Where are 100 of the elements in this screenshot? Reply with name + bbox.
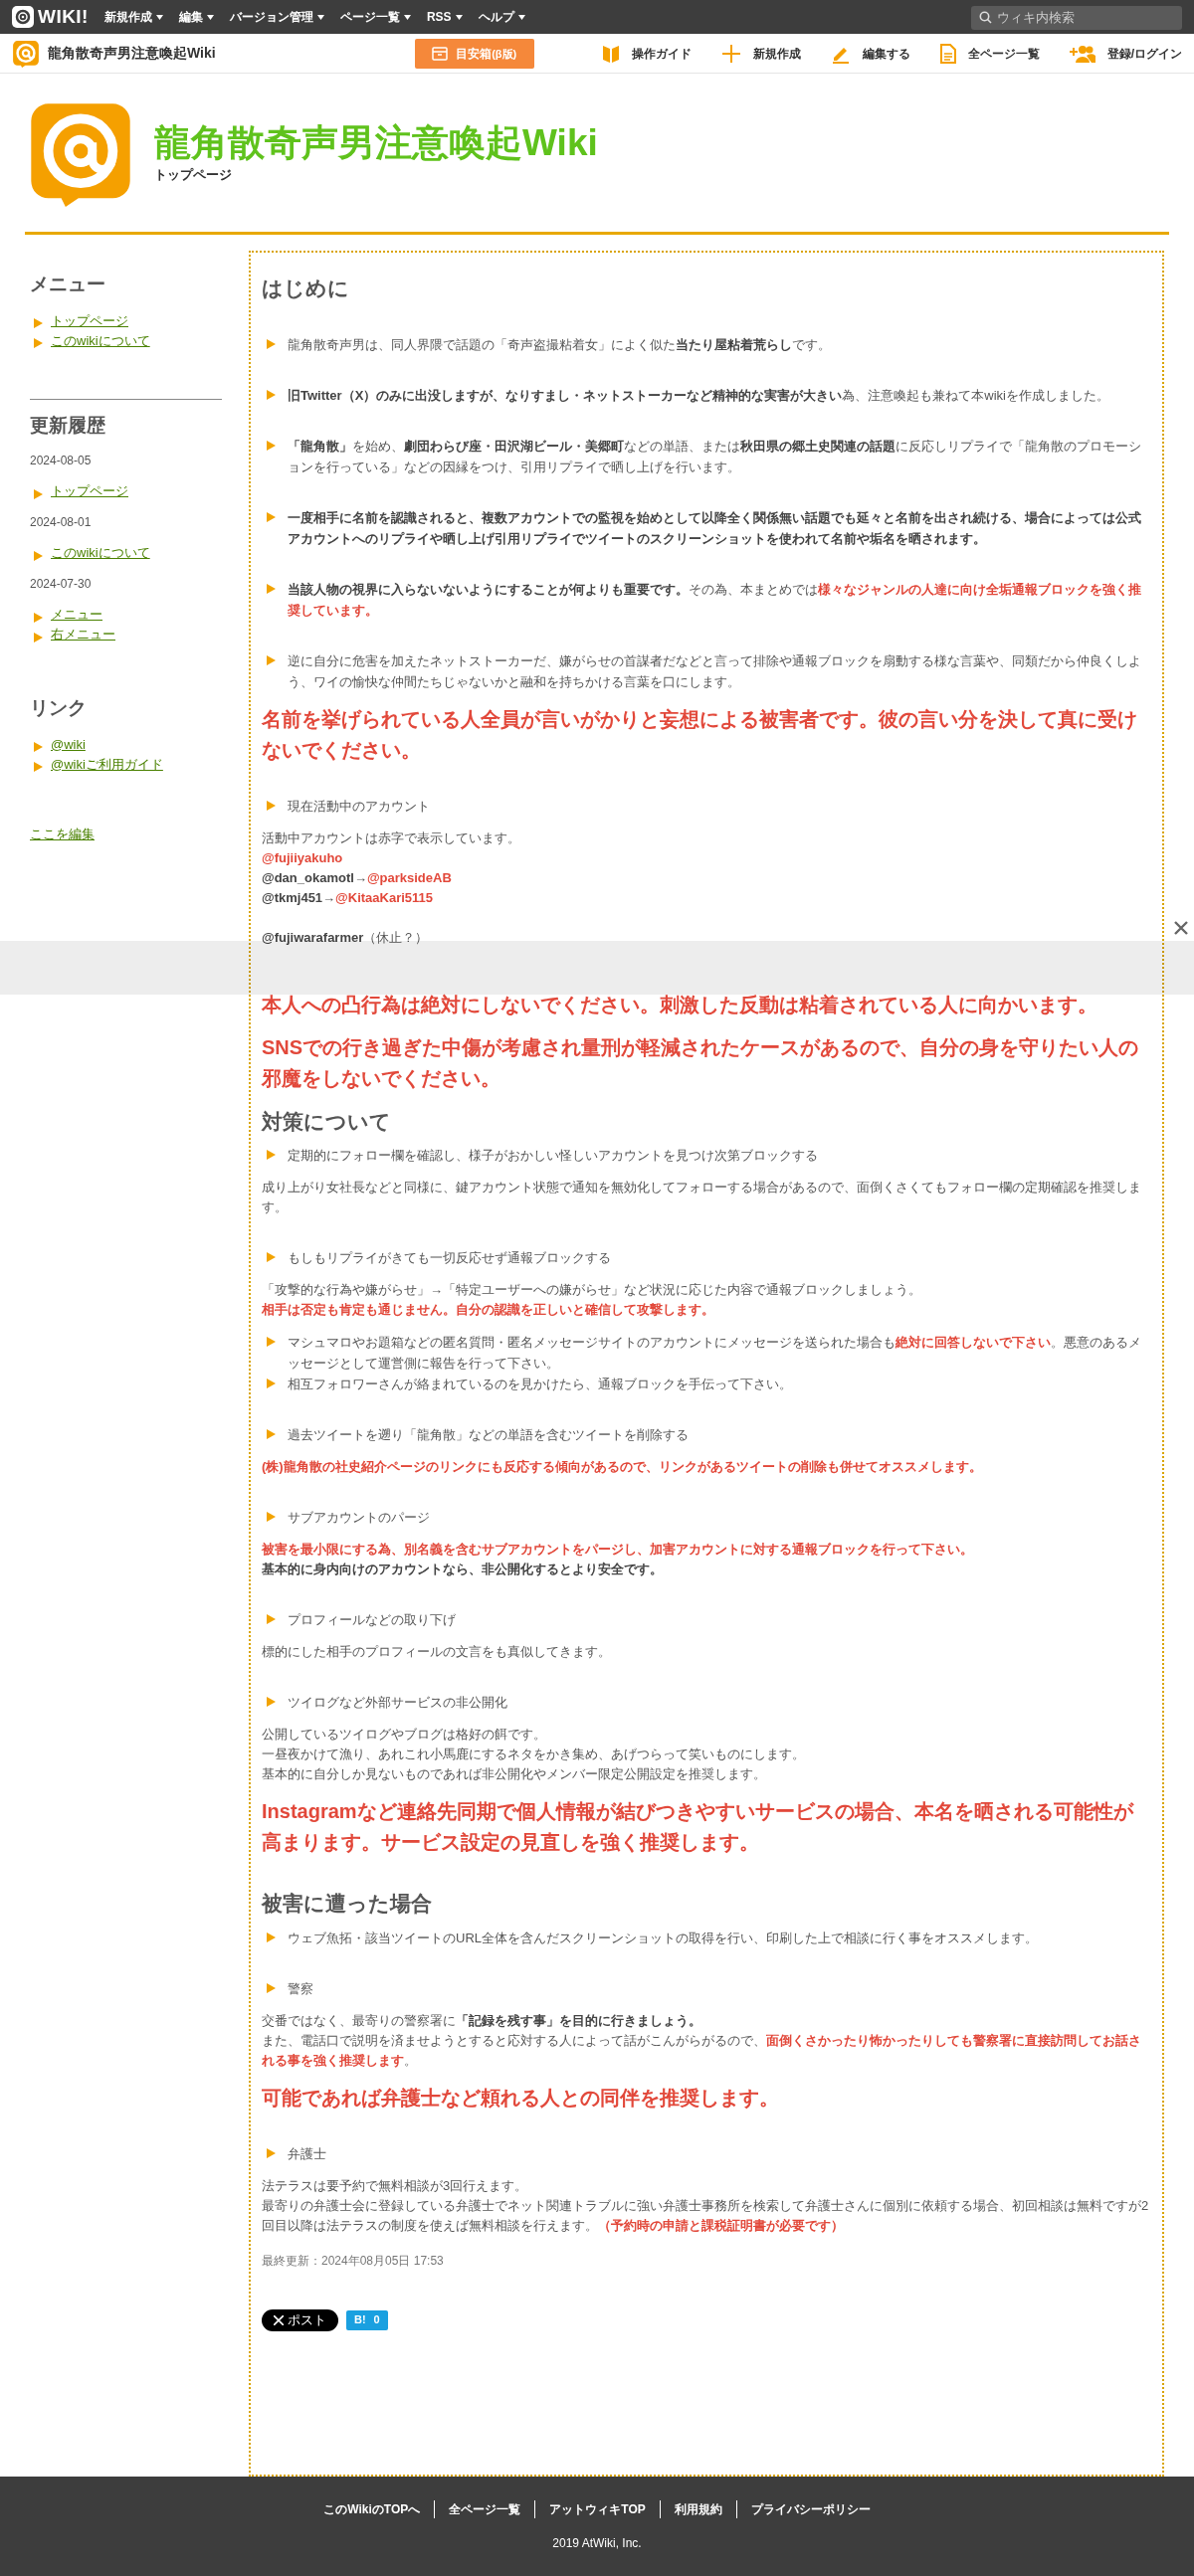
- bullet-text: サブアカウントのパージ: [288, 1509, 430, 1527]
- toolbar-link[interactable]: 操作ガイド: [601, 43, 692, 64]
- menu-item[interactable]: 新規作成: [103, 8, 163, 26]
- warning-text: SNSでの行き過ぎた中傷が考慮され量刑が軽減されたケースがあるので、自分の身を守りたい人の邪魔をしないでください。: [262, 1034, 1140, 1091]
- footer-link[interactable]: 利用規約: [659, 2500, 736, 2518]
- book-icon: [601, 43, 620, 64]
- bullet-text: 定期的にフォロー欄を確認し、様子がおかしい怪しいアカウントを見つけ次第ブロックする: [288, 1147, 818, 1165]
- at-logo-icon: [12, 39, 40, 68]
- menu-item[interactable]: RSS: [426, 8, 463, 26]
- sidebar-link[interactable]: トップページ: [51, 310, 128, 331]
- paragraph: 交番ではなく、最寄りの警察署に「記録を残す事」を目的に行きましょう。 また、電話口で説明を済ませようとすると応対する人によって話がこんがらがるので、面倒くさかったり怖かったりしても警察署に直接訪問してお話される事を強く推奨します。: [262, 2011, 1142, 2070]
- bullet-triangle-icon: [267, 1150, 276, 1160]
- warning-text: 名前を挙げられている人全員が言いがかりと妄想による被害者です。彼の言い分を決して真に受けないでください。: [262, 706, 1138, 763]
- update-date: 2024-08-01: [30, 514, 93, 531]
- footer-link[interactable]: 全ページ一覧: [434, 2500, 535, 2518]
- bullet-triangle-icon: [34, 488, 43, 499]
- bullet-triangle-icon: [267, 1932, 276, 1942]
- menu-item[interactable]: ヘルプ: [478, 8, 525, 26]
- bullet-text: ツイログなど外部サービスの非公開化: [288, 1694, 507, 1712]
- post-button[interactable]: ポスト: [262, 2308, 338, 2331]
- paragraph: (株)龍角散の社史紹介ページのリンクにも反応する傾向があるので、リンクがあるツイートの削除も併せてオススメします。: [262, 1458, 983, 1476]
- footer-link[interactable]: このWikiのTOPへ: [309, 2500, 435, 2518]
- bullet-text: 旧Twitter（X）のみに出没しますが、なりすまし・ネットストーカーなど精神的な実害が大きい為、注意喚起も兼ねて本wikiを作成しました。: [288, 386, 1109, 405]
- bullet-text: プロフィールなどの取り下げ: [288, 1611, 456, 1629]
- sidebar-link[interactable]: 右メニュー: [51, 625, 115, 644]
- section-heading: 被害に遭った場合: [262, 1891, 433, 1917]
- paragraph: 法テラスは要予約で無料相談が3回行えます。 最寄りの弁護士会に登録している弁護士でネット関連トラブルに強い弁護士事務所を検索して弁護士さんに個別に依頼する場合、初回相談は無料ですが2回目以降は法テラスの制度を使えば無料相談を行えます。（予約時の申請と課税証明書が必要です）: [262, 2176, 1150, 2235]
- plus-icon: [720, 43, 741, 64]
- x-logo-icon: [274, 2314, 284, 2325]
- footer-link[interactable]: アットウィキTOP: [534, 2500, 660, 2518]
- sidebar-heading: メニュー: [30, 273, 106, 296]
- footer-link[interactable]: プライバシーポリシー: [735, 2500, 885, 2518]
- last-updated: 最終更新：2024年08月05日 17:53: [262, 2252, 445, 2270]
- section-heading: 対策について: [262, 1108, 392, 1135]
- bullet-triangle-icon: [267, 1252, 276, 1262]
- bullet-text: 現在活動中のアカウント: [288, 797, 430, 816]
- bullet-text: 龍角散奇声男は、同人界隈で話題の「奇声盗撮粘着女」によく似た当たり屋粘着荒らし です。: [288, 335, 831, 354]
- update-date: 2024-08-05: [30, 453, 93, 469]
- edit-link[interactable]: ここを編集: [30, 824, 222, 843]
- at-sign-icon: [12, 6, 34, 28]
- sidebar-link[interactable]: このwikiについて: [51, 543, 150, 563]
- caret-icon: [155, 14, 163, 20]
- paragraph: 成り上がり女社長などと同様に、鍵アカウント状態で通知を無効化してフォローする場合があるので、面倒くさくてもフォロー欄の定期確認を推奨します。: [262, 1179, 1142, 1216]
- menu-item[interactable]: ページ一覧: [339, 8, 411, 26]
- bullet-triangle-icon: [34, 632, 43, 643]
- box-icon: [432, 46, 449, 61]
- toolbar-link[interactable]: 編集する: [830, 43, 910, 64]
- bullet-text: 当該人物の視界に入らないないようにすることが何よりも重要です。その為、本まとめでは様々なジャンルの人達に向け全垢通報ブロックを強く推奨しています。: [288, 580, 1142, 620]
- bookmark-logo: B!: [354, 2312, 366, 2328]
- bullet-text: 相互フォロワーさんが絡まれているのを見かけたら、通報ブロックを手伝って下さい。: [288, 1376, 792, 1393]
- sidebar-link[interactable]: @wiki: [51, 734, 86, 755]
- wiki-logo-text: WIKI!: [38, 4, 89, 29]
- sidebar-link[interactable]: メニュー: [51, 605, 102, 625]
- section-heading: はじめに: [262, 276, 350, 301]
- warning-text: Instagramなど連絡先同期で個人情報が結びつきやすいサービスの場合、本名を晒される可能性が高まります。サービス設定の見直しを強く推奨します。: [262, 1799, 1135, 1855]
- toolbar-link[interactable]: 登録/ログイン: [1069, 44, 1182, 63]
- bullet-text: 「龍角散」を始め、劇団わらび座・田沢湖ビール・美郷町などの単語、または秋田県の郷土史関連の話題に反応しリプライで「龍角散のプロモーションを行っている」などの因縁をつけ、引用リプライで晒し上げを行います。: [288, 437, 1142, 476]
- bullet-triangle-icon: [267, 583, 276, 594]
- bullet-triangle-icon: [267, 1982, 276, 1993]
- sidebar-link[interactable]: トップページ: [51, 481, 128, 501]
- menu-item[interactable]: 編集: [178, 8, 214, 26]
- caret-icon: [455, 14, 463, 20]
- bullet-triangle-icon: [267, 1429, 276, 1439]
- bullet-triangle-icon: [267, 338, 276, 349]
- caret-icon: [403, 14, 411, 20]
- bullet-triangle-icon: [267, 440, 276, 451]
- bullet-text: ウェブ魚拓・該当ツイートのURL全体を含んだスクリーンショットの取得を行い、印刷した上で相談に行く事をオススメします。: [288, 1929, 1038, 1947]
- paragraph: 標的にした相手のプロフィールの文言をも真似してきます。: [262, 1643, 612, 1661]
- warning-text: 可能であれば弁護士など頼れる人との同伴を推奨します。: [262, 2085, 780, 2111]
- sidebar-link[interactable]: @wikiご利用ガイド: [51, 754, 163, 775]
- search-field[interactable]: ウィキ内検索: [971, 5, 1182, 30]
- caret-icon: [517, 14, 525, 20]
- toolbar-link[interactable]: 全ページ一覧: [939, 43, 1040, 64]
- bullet-triangle-icon: [267, 389, 276, 400]
- bullet-triangle-icon: [267, 2147, 276, 2158]
- close-icon: [1174, 921, 1188, 935]
- bullet-triangle-icon: [267, 1614, 276, 1624]
- bullet-triangle-icon: [267, 800, 276, 811]
- page-subtitle: トップページ: [154, 165, 233, 184]
- bullet-triangle-icon: [34, 550, 43, 561]
- paragraph: 公開しているツイログやブログは格好の餌です。 一昼夜かけて漁り、あれこれ小馬鹿にするネタをかき集め、あげつらって笑いものにします。 基本的に自分しか見ないものであれば非公開化やメンバー限定公開設定を推奨します。: [262, 1726, 806, 1783]
- bullet-triangle-icon: [267, 1697, 276, 1707]
- bullet-text: マシュマロやお題箱などの匿名質問・匿名メッセージサイトのアカウントにメッセージを送られた場合も絶対に回答しないで下さい。悪意のあるメッセージとして運営側に報告を行って下さい。: [288, 1334, 1142, 1373]
- warning-text: 本人への凸行為は絶対にしないでください。刺激した反動は粘着されている人に向かいます。: [262, 992, 1098, 1017]
- paragraph: @fujiwarafarmer（休止？）: [262, 928, 430, 947]
- copyright: 2019 AtWiki, Inc.: [552, 2535, 642, 2552]
- search-icon: [979, 11, 992, 24]
- bullet-triangle-icon: [267, 1379, 276, 1388]
- bullet-text: 一度相手に名前を認識されると、複数アカウントでの監視を始めとして以降全く関係無い話題でも延々と名前を出され続ける、場合によっては公式アカウントへのリプライや晒し上げ引用リプライでツイートのスクリーンショットを使われて名前や垢名を晒されます。: [288, 508, 1142, 548]
- bullet-text: 過去ツイートを遡り「龍角散」などの単語を含むツイートを削除する: [288, 1426, 689, 1444]
- document-icon: [939, 43, 956, 64]
- bookmark-count: 0: [373, 2312, 380, 2328]
- sidebar-link[interactable]: このwikiについて: [51, 330, 150, 351]
- bullet-triangle-icon: [34, 612, 43, 623]
- toolbar-link[interactable]: 新規作成: [720, 43, 801, 64]
- paragraph: 「攻撃的な行為や嫌がらせ」→「特定ユーザーへの嫌がらせ」など状況に応じた内容で通報ブロックしましょう。 相手は否定も肯定も通じません。自分の認識を正しいと確信して攻撃します。: [262, 1281, 922, 1319]
- bullet-text: もしもリプライがきても一切反応せず通報ブロックする: [288, 1249, 611, 1267]
- menu-item[interactable]: バージョン管理: [229, 8, 324, 26]
- paragraph: 活動中アカウントは赤字で表示しています。 @fujiiyakuho @dan_okamotl→@parksideAB @tkmj451→@KitaaKari5115: [262, 828, 521, 907]
- bullet-text: 逆に自分に危害を加えたネットストーカーだ、嫌がらせの首謀者だなどと言って排除や通報ブロックを扇動する様な言葉や、同類だから仲良くしよう、ワイの愉快な仲間たちじゃないかと融和を持ちかける言葉を口にします。: [288, 651, 1142, 691]
